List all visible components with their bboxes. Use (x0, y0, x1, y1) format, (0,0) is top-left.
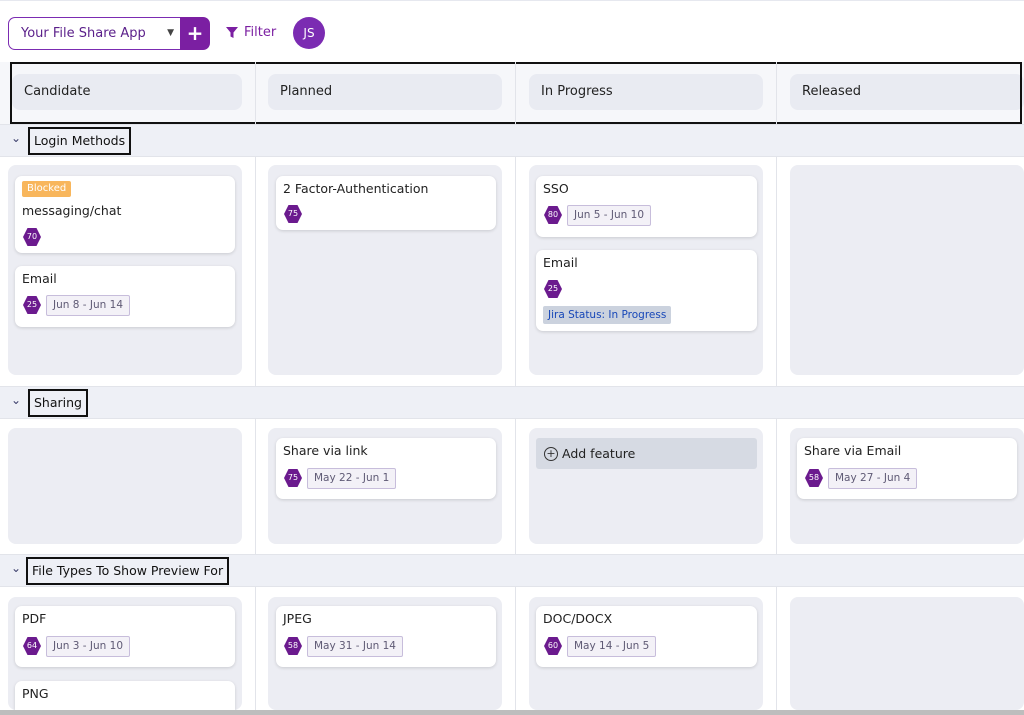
score-badge: 75 (284, 205, 302, 223)
group-header-login-methods[interactable]: ⌄ Login Methods (0, 124, 1024, 157)
card-title: PDF (22, 611, 47, 626)
filter-icon (226, 27, 238, 38)
date-range: Jun 3 - Jun 10 (46, 636, 130, 657)
feature-card-email-in-progress[interactable]: Email 25 Jira Status: In Progress (536, 250, 757, 331)
toolbar: Your File Share App ▼ + Filter JS (0, 0, 1024, 62)
group-title: Login Methods (28, 127, 132, 155)
add-feature-button[interactable]: + Add feature (536, 438, 757, 469)
group-title: File Types To Show Preview For (26, 557, 230, 585)
group-title: Sharing (28, 389, 88, 417)
score-badge: 70 (23, 228, 41, 246)
feature-card-doc-docx[interactable]: DOC/DOCX 60 May 14 - Jun 5 (536, 606, 757, 667)
score-badge: 64 (23, 637, 41, 655)
date-range: Jun 5 - Jun 10 (567, 205, 651, 226)
feature-card-share-via-link[interactable]: Share via link 75 May 22 - Jun 1 (276, 438, 496, 499)
card-title: DOC/DOCX (543, 611, 613, 626)
card-title: 2 Factor-Authentication (283, 181, 429, 196)
card-title: Email (22, 271, 57, 286)
score-badge: 60 (544, 637, 562, 655)
column-header-in-progress: In Progress (529, 74, 763, 110)
plus-circle-icon: + (544, 446, 558, 461)
date-range: May 14 - Jun 5 (567, 636, 657, 657)
filter-button[interactable]: Filter (226, 23, 276, 43)
lane-candidate-sharing (8, 428, 242, 544)
feature-card-sso[interactable]: SSO 80 Jun 5 - Jun 10 (536, 176, 757, 237)
feature-card-email[interactable]: Email 25 Jun 8 - Jun 14 (15, 266, 235, 327)
group-header-sharing[interactable]: ⌄ Sharing (0, 386, 1024, 419)
card-title: Share via Email (804, 443, 902, 458)
filter-label: Filter (244, 25, 277, 40)
score-badge: 80 (544, 206, 562, 224)
card-title: JPEG (283, 611, 312, 626)
feature-card-2fa[interactable]: 2 Factor-Authentication 75 (276, 176, 496, 230)
add-app-button[interactable]: + (180, 17, 210, 50)
blocked-badge: Blocked (22, 181, 72, 197)
chevron-down-icon[interactable]: ⌄ (11, 561, 21, 575)
date-range: May 22 - Jun 1 (307, 468, 397, 489)
app-select-value: Your File Share App (21, 26, 146, 41)
avatar[interactable]: JS (293, 17, 325, 49)
column-header-candidate: Candidate (12, 74, 242, 110)
date-range: Jun 8 - Jun 14 (46, 295, 130, 316)
horizontal-scrollbar[interactable] (0, 710, 1024, 715)
chevron-down-icon[interactable]: ⌄ (11, 393, 21, 407)
feature-card-png[interactable]: PNG (15, 681, 235, 710)
card-title: SSO (543, 181, 569, 196)
chevron-down-icon[interactable]: ⌄ (11, 131, 21, 145)
card-title: Share via link (283, 443, 368, 458)
card-title: PNG (22, 686, 49, 701)
jira-status-badge: Jira Status: In Progress (543, 306, 672, 324)
date-range: May 27 - Jun 4 (828, 468, 918, 489)
score-badge: 25 (23, 296, 41, 314)
feature-card-pdf[interactable]: PDF 64 Jun 3 - Jun 10 (15, 606, 235, 667)
group-header-file-types[interactable]: ⌄ File Types To Show Preview For (0, 554, 1024, 587)
app-select[interactable]: Your File Share App ▼ (8, 17, 182, 50)
card-title: messaging/chat (22, 203, 122, 218)
card-title: Email (543, 255, 578, 270)
lane-released-file-types (790, 597, 1024, 710)
score-badge: 58 (805, 469, 823, 487)
date-range: May 31 - Jun 14 (307, 636, 403, 657)
lane-released-login (790, 165, 1024, 375)
score-badge: 75 (284, 469, 302, 487)
column-header-planned: Planned (268, 74, 502, 110)
score-badge: 58 (284, 637, 302, 655)
feature-card-share-via-email[interactable]: Share via Email 58 May 27 - Jun 4 (797, 438, 1017, 499)
feature-card-messaging[interactable]: Blocked messaging/chat 70 (15, 176, 235, 253)
feature-card-jpeg[interactable]: JPEG 58 May 31 - Jun 14 (276, 606, 496, 667)
caret-down-icon: ▼ (167, 28, 174, 38)
add-feature-label: Add feature (562, 446, 636, 461)
column-header-released: Released (790, 74, 1024, 110)
score-badge: 25 (544, 280, 562, 298)
